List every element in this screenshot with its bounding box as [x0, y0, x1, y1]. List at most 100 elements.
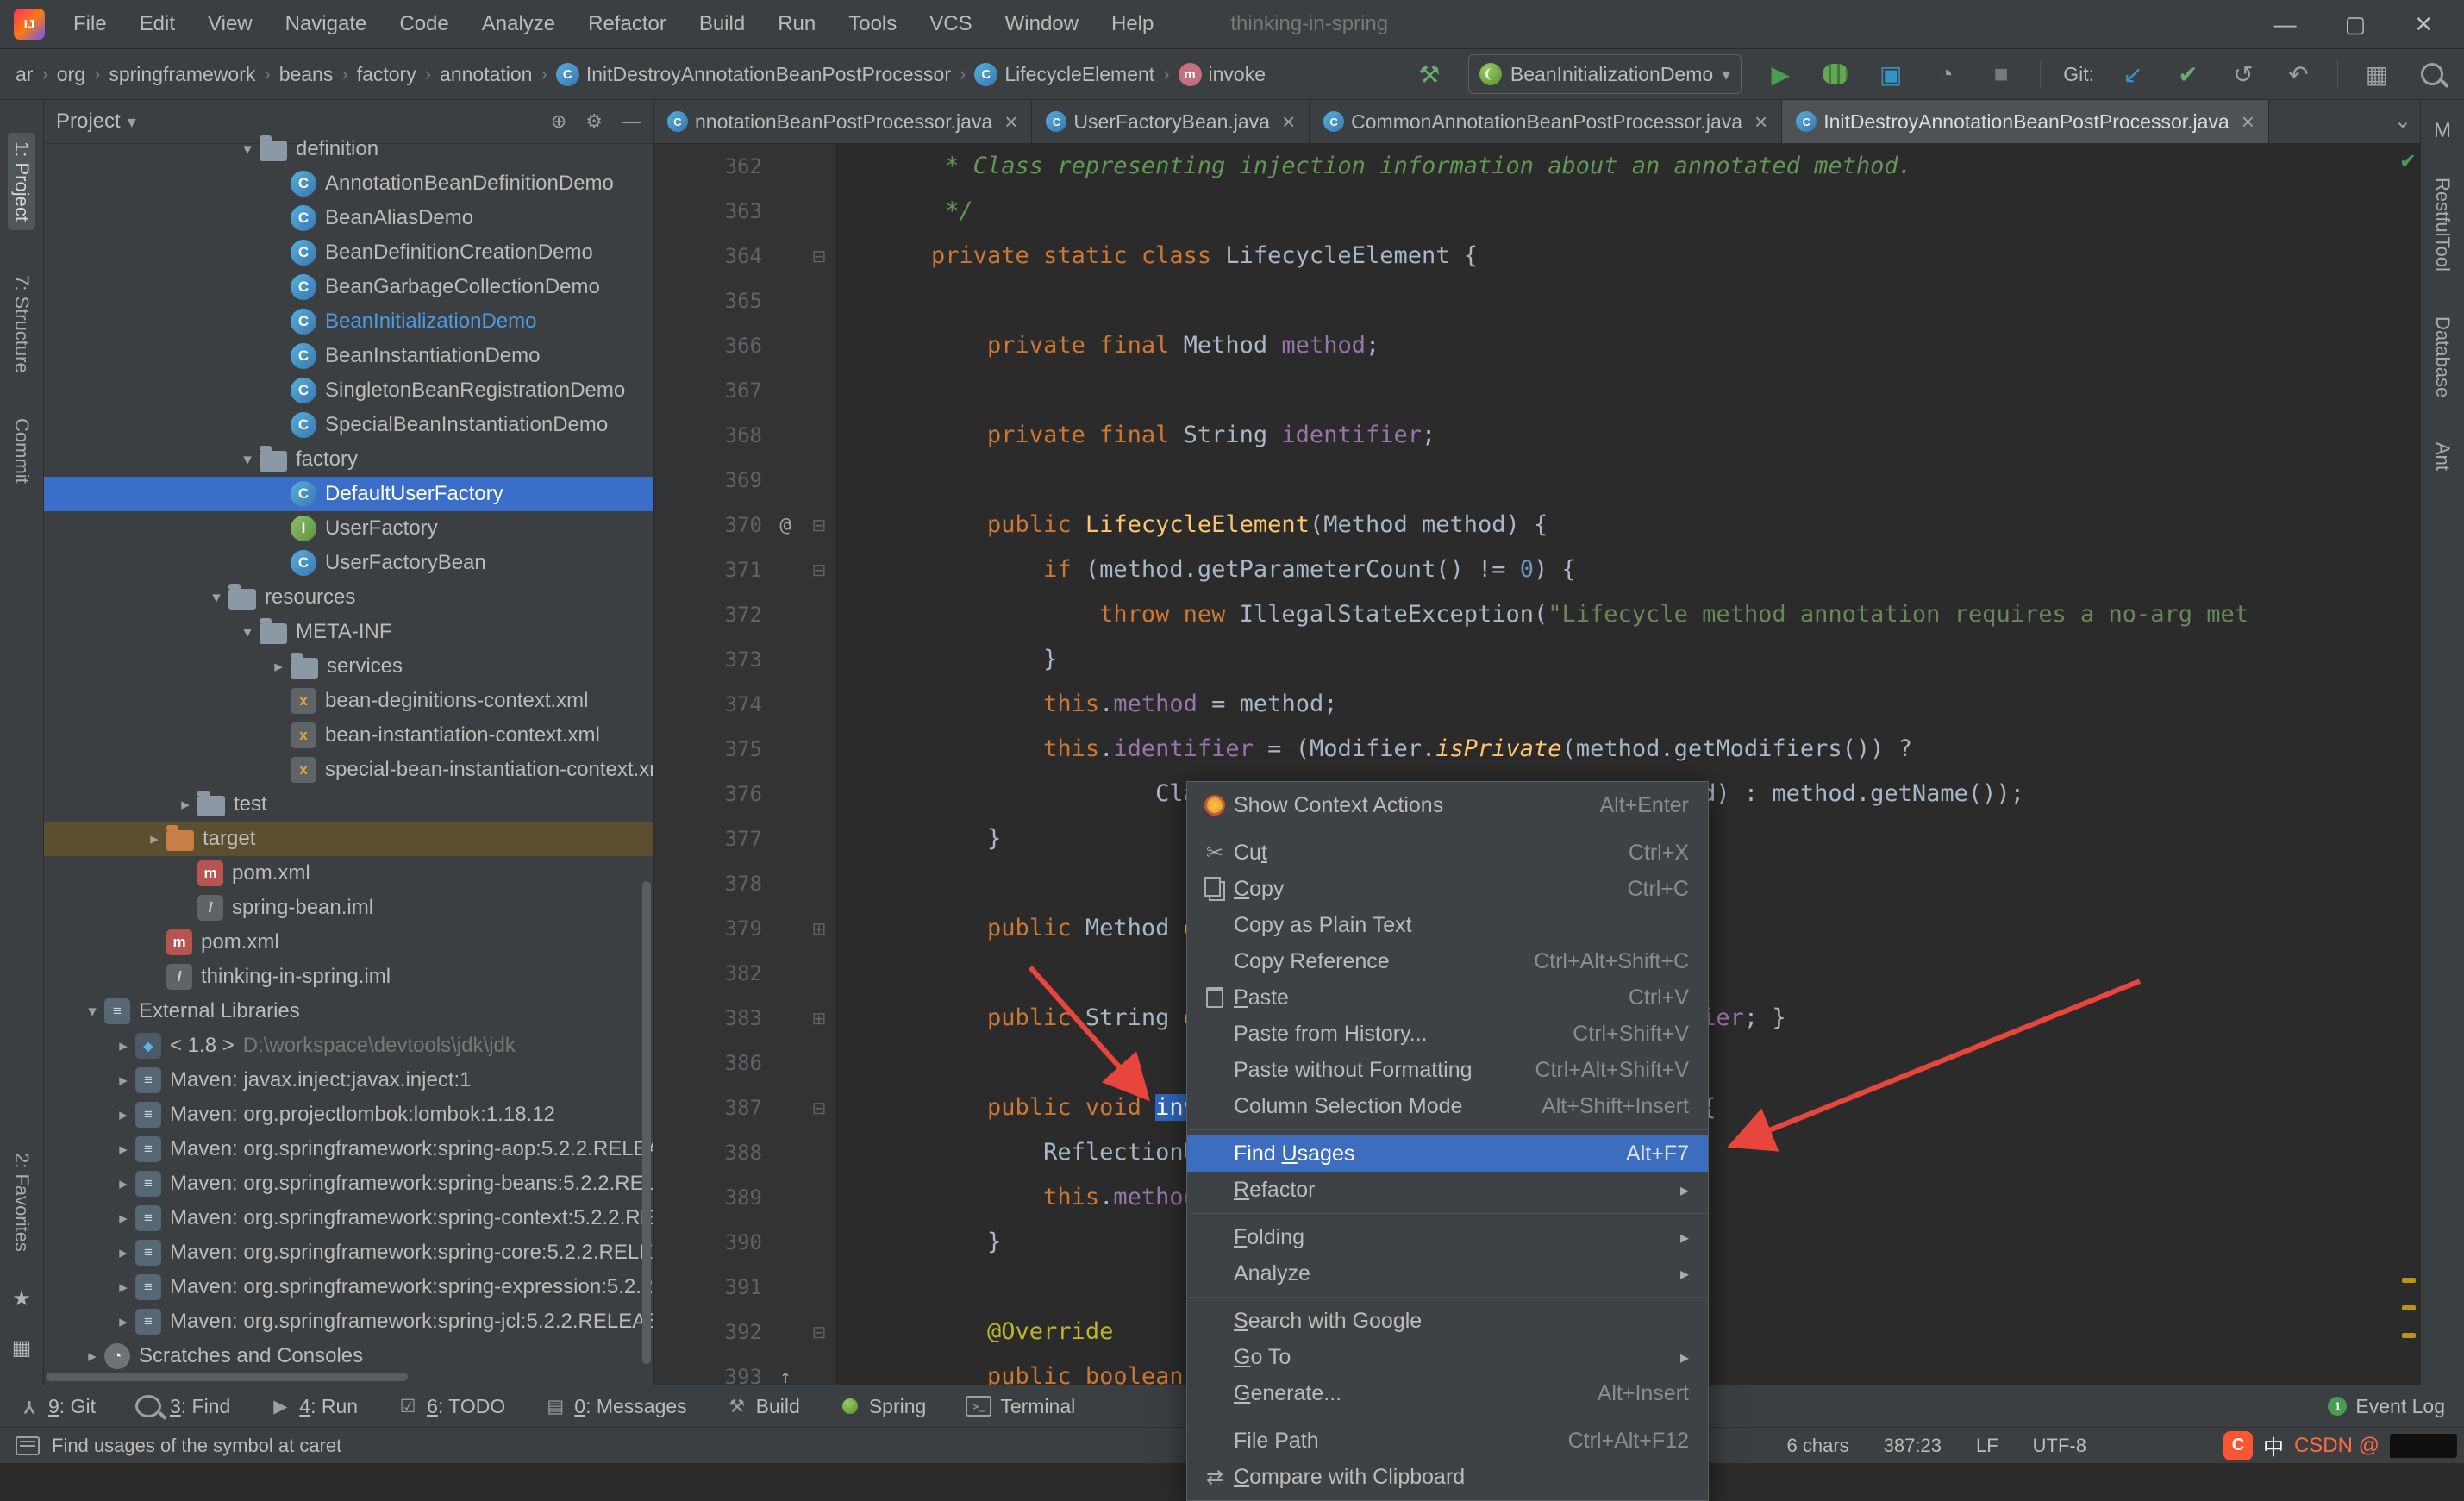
tree-item-maven-org-springframework-spring-core-5-2-2-release[interactable]: ▸≡Maven: org.springframework:spring-core…	[44, 1235, 653, 1270]
collapsed-arrow-icon[interactable]: ▸	[111, 1071, 135, 1091]
menu-code[interactable]: Code	[383, 0, 465, 48]
code-text[interactable]: private static class LifecycleElement {	[835, 234, 2420, 278]
gutter[interactable]: 362	[654, 144, 835, 189]
gutter[interactable]: 375	[654, 727, 835, 772]
gutter[interactable]: 389	[654, 1175, 835, 1220]
breadcrumb-item-initdestroyannotationbeanpostprocessor[interactable]: CInitDestroyAnnotationBeanPostProcessor	[556, 63, 951, 86]
tree-item-maven-org-springframework-spring-jcl-5-2-2-release[interactable]: ▸≡Maven: org.springframework:spring-jcl:…	[44, 1304, 653, 1339]
gutter[interactable]: 368	[654, 413, 835, 458]
tree-item-definition[interactable]: ▾definition	[44, 132, 653, 166]
gutter[interactable]: 373	[654, 637, 835, 682]
fold-expand-icon[interactable]: ⊞	[804, 1008, 835, 1029]
tree-item-pom-xml[interactable]: mpom.xml	[44, 856, 653, 891]
gutter[interactable]: 372	[654, 592, 835, 637]
code-text[interactable]: throw new IllegalStateException("Lifecyc…	[835, 592, 2420, 637]
collapsed-arrow-icon[interactable]: ▸	[111, 1209, 135, 1229]
stripe-mark[interactable]	[2402, 1278, 2416, 1283]
close-button[interactable]: ✕	[2414, 11, 2433, 38]
fold-collapse-icon[interactable]: ⊟	[804, 515, 835, 536]
tool-button-4-run[interactable]: ▶4: Run	[270, 1395, 358, 1418]
fold-expand-icon[interactable]: ⊞	[804, 918, 835, 940]
menu-file[interactable]: File	[57, 0, 123, 48]
fold-collapse-icon[interactable]: ⊟	[804, 1098, 835, 1119]
chevron-down-icon[interactable]: ▾	[128, 111, 136, 133]
tool-button-6-todo[interactable]: ☑6: TODO	[397, 1395, 505, 1418]
collapsed-arrow-icon[interactable]: ▸	[111, 1105, 135, 1125]
line-separator[interactable]: LF	[1976, 1435, 1998, 1457]
run-with-coverage-icon[interactable]: ▣	[1874, 58, 1907, 91]
gutter[interactable]: 376	[654, 772, 835, 816]
fold-collapse-icon[interactable]: ⊟	[804, 560, 835, 581]
menu-item-copy[interactable]: CopyCtrl+C	[1187, 871, 1708, 907]
close-icon[interactable]: ×	[2242, 109, 2254, 135]
collapsed-arrow-icon[interactable]: ▸	[111, 1174, 135, 1194]
gutter[interactable]: 390	[654, 1220, 835, 1265]
tree-item-beaninitializationdemo[interactable]: CBeanInitializationDemo	[44, 304, 653, 339]
locate-icon[interactable]: ⊕	[551, 110, 566, 132]
code-text[interactable]: this.identifier = (Modifier.isPrivate(me…	[835, 727, 2420, 772]
menu-item-refactor[interactable]: Refactor▸	[1187, 1172, 1708, 1208]
expanded-arrow-icon[interactable]: ▾	[235, 450, 260, 470]
tree-item-maven-javax-inject-javax-inject-1[interactable]: ▸≡Maven: javax.inject:javax.inject:1	[44, 1063, 653, 1098]
collapsed-arrow-icon[interactable]: ▸	[111, 1036, 135, 1056]
tool-button-0-messages[interactable]: ▤0: Messages	[545, 1395, 686, 1418]
editor-tab-nnotationbeanpostprocessor-java[interactable]: CnnotationBeanPostProcessor.java×	[654, 100, 1032, 143]
tree-item-singletonbeanregistrationdemo[interactable]: CSingletonBeanRegistrationDemo	[44, 373, 653, 408]
gutter[interactable]: 382	[654, 951, 835, 996]
breadcrumb-item-springframework[interactable]: springframework	[109, 63, 255, 86]
stripe-button-restfultool[interactable]: RestfulTool	[2431, 178, 2454, 272]
close-icon[interactable]: ×	[1282, 109, 1295, 135]
tree-item-bean-deginitions-context-xml[interactable]: xbean-deginitions-context.xml	[44, 684, 653, 718]
stripe-button-1-project[interactable]: 1: Project	[8, 133, 35, 230]
gutter[interactable]: 363	[654, 189, 835, 234]
menu-item-search-with-google[interactable]: Search with Google	[1187, 1303, 1708, 1339]
tree-item-maven-org-springframework-spring-aop-5-2-2-release[interactable]: ▸≡Maven: org.springframework:spring-aop:…	[44, 1132, 653, 1166]
update-project-icon[interactable]: ↙	[2117, 58, 2149, 91]
tree-item-userfactorybean[interactable]: CUserFactoryBean	[44, 546, 653, 580]
menu-build[interactable]: Build	[683, 0, 761, 48]
stripe-mark[interactable]	[2402, 1333, 2416, 1338]
stripe-button-commit[interactable]: Commit	[10, 418, 33, 484]
gutter[interactable]: 392⊟	[654, 1310, 835, 1354]
code-text[interactable]: private final String identifier;	[835, 413, 2420, 458]
event-log-button[interactable]: 1Event Log	[2328, 1395, 2445, 1418]
tree-item-factory[interactable]: ▾factory	[44, 442, 653, 477]
project-vertical-scrollbar[interactable]	[642, 881, 651, 1364]
file-encoding[interactable]: UTF-8	[2033, 1435, 2086, 1457]
favorites-star-icon[interactable]: ★	[12, 1286, 31, 1311]
gutter[interactable]: 371⊟	[654, 547, 835, 592]
tree-item-maven-org-springframework-spring-context-5-2-2-release[interactable]: ▸≡Maven: org.springframework:spring-cont…	[44, 1201, 653, 1235]
history-icon[interactable]: ↺	[2227, 58, 2260, 91]
menu-item-show-context-actions[interactable]: Show Context ActionsAlt+Enter	[1187, 787, 1708, 823]
hidden-tabs-chevron-icon[interactable]: ⌄	[2394, 109, 2411, 134]
breadcrumb-item-lifecycleelement[interactable]: CLifecycleElement	[974, 63, 1154, 86]
commit-icon[interactable]: ✔	[2172, 58, 2204, 91]
menu-item-file-path[interactable]: File PathCtrl+Alt+F12	[1187, 1423, 1708, 1459]
collapsed-arrow-icon[interactable]: ▸	[142, 829, 166, 849]
menu-help[interactable]: Help	[1095, 0, 1170, 48]
tree-item-external-libraries[interactable]: ▾≡External Libraries	[44, 994, 653, 1029]
tree-item-beandefinitioncreationdemo[interactable]: CBeanDefinitionCreationDemo	[44, 235, 653, 270]
editor-tab-commonannotationbeanpostprocessor-java[interactable]: CCommonAnnotationBeanPostProcessor.java×	[1310, 100, 1782, 143]
collapsed-arrow-icon[interactable]: ▸	[266, 657, 291, 677]
editor-layout-icon[interactable]: ▦	[2361, 58, 2393, 91]
rollback-icon[interactable]: ↶	[2282, 58, 2315, 91]
tree-item-resources[interactable]: ▾resources	[44, 580, 653, 615]
tool-button-build[interactable]: ⚒Build	[727, 1395, 800, 1418]
tree-item-spring-bean-iml[interactable]: ispring-bean.iml	[44, 891, 653, 925]
collapsed-arrow-icon[interactable]: ▸	[111, 1312, 135, 1332]
code-text[interactable]: * Class representing injection informati…	[835, 144, 2420, 189]
menu-edit[interactable]: Edit	[123, 0, 191, 48]
selection-length[interactable]: 6 chars	[1787, 1435, 1849, 1457]
gutter[interactable]: 366	[654, 323, 835, 368]
tree-item-annotationbeandefinitiondemo[interactable]: CAnnotationBeanDefinitionDemo	[44, 166, 653, 201]
project-horizontal-scrollbar[interactable]	[46, 1373, 408, 1381]
menu-window[interactable]: Window	[989, 0, 1095, 48]
collapsed-arrow-icon[interactable]: ▸	[80, 1347, 104, 1367]
gutter[interactable]: 369	[654, 458, 835, 503]
settings-gear-icon[interactable]: ⚙	[585, 110, 603, 132]
menu-vcs[interactable]: VCS	[913, 0, 988, 48]
gutter[interactable]: 388	[654, 1130, 835, 1175]
breadcrumb-item-invoke[interactable]: minvoke	[1179, 63, 1266, 86]
tool-button-3-find[interactable]: 3: Find	[135, 1395, 230, 1418]
